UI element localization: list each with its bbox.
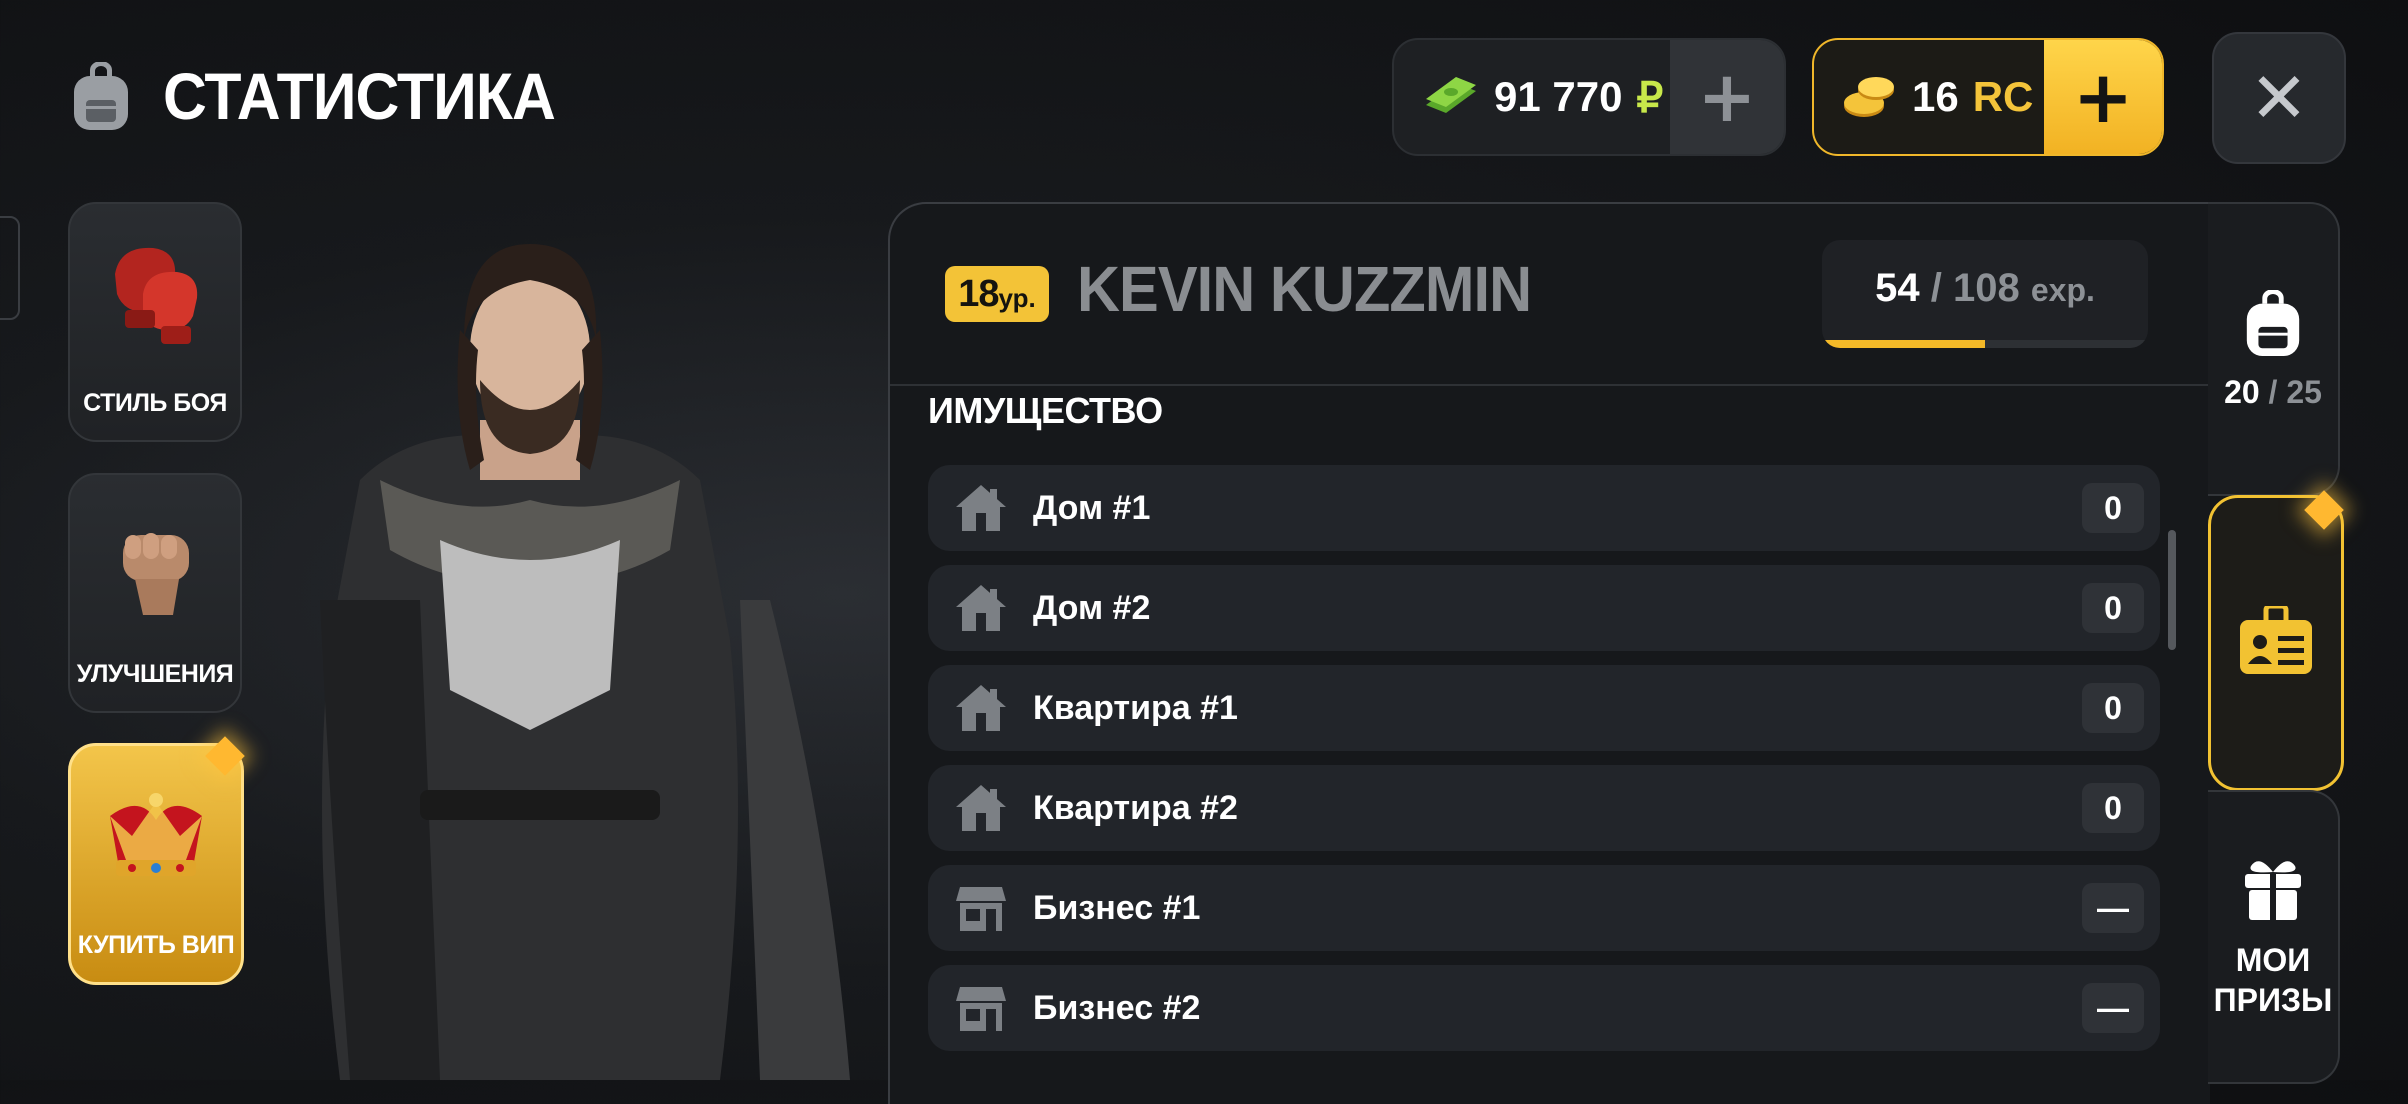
property-row[interactable]: Дом #2 0 [928,565,2160,651]
tab-id-card[interactable] [2208,495,2344,791]
coins-amount: 16 [1912,73,1959,120]
property-row[interactable]: Квартира #2 0 [928,765,2160,851]
house-icon [956,685,1006,731]
tab-my-prizes[interactable]: МОИ ПРИЗЫ [2208,790,2340,1084]
level-unit: ур. [998,282,1036,313]
exp-current: 54 [1875,266,1920,310]
upgrades-button[interactable]: УЛУЧШЕНИЯ [68,473,242,713]
exp-unit: exp. [2030,272,2095,308]
property-row[interactable]: Дом #1 0 [928,465,2160,551]
exp-box: 54 / 108 exp. [1822,240,2148,348]
buy-vip-label: КУПИТЬ ВИП [77,931,235,959]
property-value: — [2082,983,2144,1033]
property-value: 0 [2082,683,2144,733]
money-currency: ₽ [1636,73,1664,121]
scrollbar[interactable] [2168,530,2176,650]
backpack-icon [2246,290,2300,356]
coins-currency: RC [1972,73,2034,120]
property-label: Дом #1 [1033,488,1151,527]
level-badge: 18 ур. [945,266,1049,322]
close-button[interactable]: ✕ [2212,32,2346,164]
property-row[interactable]: Бизнес #2 — [928,965,2160,1051]
property-label: Дом #2 [1033,588,1151,627]
fist-icon [123,533,189,615]
property-label: Бизнес #2 [1033,988,1201,1027]
id-card-icon [2240,606,2312,674]
house-icon [956,785,1006,831]
crown-icon [110,793,202,876]
player-character [320,244,850,1080]
boxing-gloves-icon [115,247,198,344]
prizes-label: МОИ ПРИЗЫ [2213,942,2333,1018]
property-value: 0 [2082,483,2144,533]
property-title: ИМУЩЕСТВО [928,390,1163,431]
property-value: 0 [2082,583,2144,633]
exp-progress-fill [1822,340,1985,348]
property-value: — [2082,883,2144,933]
property-value: 0 [2082,783,2144,833]
money-amount: 91 770 [1494,73,1623,120]
house-icon [956,585,1006,631]
level-value: 18 [958,272,999,315]
upgrades-label: УЛУЧШЕНИЯ [76,660,234,688]
shop-icon [956,887,1006,931]
coins-balance: 16 RC + [1812,38,2164,156]
house-icon [956,485,1006,531]
page-title: СТАТИСТИКА [163,59,556,133]
edge-decoration [0,216,20,320]
add-coins-button[interactable]: + [2044,40,2162,154]
property-row[interactable]: Бизнес #1 — [928,865,2160,951]
coins-icon [1844,77,1894,117]
gift-icon [2245,861,2301,920]
exp-total: 108 [1952,266,2020,310]
divider [890,384,2208,386]
tab-inventory[interactable]: 20 / 25 [2208,202,2340,496]
cash-icon [1426,77,1476,113]
money-balance: 91 770 ₽ + [1392,38,1786,156]
fight-style-label: СТИЛЬ БОЯ [83,389,227,417]
inventory-count: 20 / 25 [2224,374,2322,410]
property-row[interactable]: Квартира #1 0 [928,665,2160,751]
buy-vip-button[interactable]: КУПИТЬ ВИП [68,743,244,985]
backpack-icon [74,62,128,130]
add-money-button[interactable]: + [1670,40,1784,154]
property-label: Квартира #2 [1033,788,1238,827]
fight-style-button[interactable]: СТИЛЬ БОЯ [68,202,242,442]
property-label: Бизнес #1 [1033,888,1201,927]
player-name: KEVIN KUZZMIN [1077,253,1532,325]
shop-icon [956,987,1006,1031]
property-label: Квартира #1 [1033,688,1238,727]
